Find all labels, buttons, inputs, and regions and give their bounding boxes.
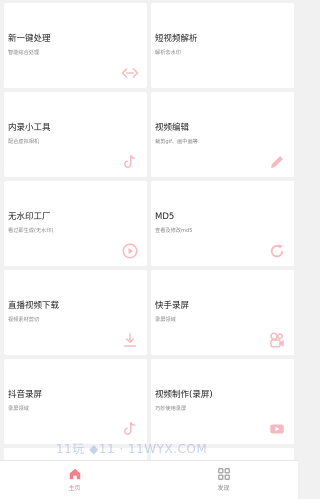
tool-card-douyin-record[interactable]: 抖音录屏 录屏领域 [4,359,147,444]
card-subtitle: 录屏领域 [155,317,176,323]
discover-grid-icon [217,468,230,480]
card-subtitle: 配合虚拟相机 [8,139,40,145]
kuaishou-camera-icon [268,331,286,349]
download-icon [121,331,139,349]
tool-card-live-download[interactable]: 直播视频下载 视频素材剪切 [4,270,147,355]
refresh-icon [268,242,286,260]
card-subtitle: 裁剪gif、画中画等 [155,139,198,145]
home-icon [69,468,80,480]
tab-discover[interactable]: 发现 [149,461,298,499]
video-play-icon [268,420,286,438]
card-subtitle: 解析去水印 [155,50,181,56]
tool-card-video-parse[interactable]: 短视频解析 解析去水印 [151,3,294,88]
tiktok-note-icon [121,420,139,438]
card-title: 无水印工厂 [8,212,51,222]
tool-grid: 新一键处理 智能综合处理 短视频解析 解析去水印 内录小工具 配合虚拟相机 视频… [4,3,294,444]
card-title: MD5 [155,212,175,222]
card-subtitle: 看过即生成(无水印) [8,228,54,234]
tool-card-inner-record[interactable]: 内录小工具 配合虚拟相机 [4,92,147,177]
card-title: 内录小工具 [8,123,51,133]
play-circle-icon [121,242,139,260]
card-subtitle: 智能综合处理 [8,50,40,56]
tool-card-no-watermark[interactable]: 无水印工厂 看过即生成(无水印) [4,181,147,266]
tool-card-kuaishou-record[interactable]: 快手录屏 录屏领域 [151,270,294,355]
tool-card-video-edit[interactable]: 视频编辑 裁剪gif、画中画等 [151,92,294,177]
watermark-text: 11玩 ◆11 · 11WYX.COM [56,442,208,456]
card-title: 快手录屏 [155,301,190,311]
pencil-icon [268,153,286,171]
card-title: 短视频解析 [155,34,198,44]
tiktok-note-icon [121,153,139,171]
tab-label: 发现 [217,485,230,492]
card-subtitle: 录屏领域 [8,406,29,412]
card-title: 直播视频下载 [8,301,60,311]
card-subtitle: 巧妙使用录屏 [155,406,187,412]
card-title: 新一键处理 [8,34,51,44]
tab-label: 主页 [68,485,81,492]
tool-card-batch-process[interactable]: 新一键处理 智能综合处理 [4,3,147,88]
code-arrows-icon [121,64,139,82]
card-title: 视频编辑 [155,123,190,133]
tool-card-md5[interactable]: MD5 查看及修改md5 [151,181,294,266]
card-title: 视频制作(录屏) [155,390,213,400]
tab-home[interactable]: 主页 [0,461,149,499]
bottom-tab-bar: 主页 发现 [0,460,298,499]
card-title: 抖音录屏 [8,390,43,400]
card-subtitle: 视频素材剪切 [8,317,40,323]
card-subtitle: 查看及修改md5 [155,228,193,234]
tool-card-video-make[interactable]: 视频制作(录屏) 巧妙使用录屏 [151,359,294,444]
